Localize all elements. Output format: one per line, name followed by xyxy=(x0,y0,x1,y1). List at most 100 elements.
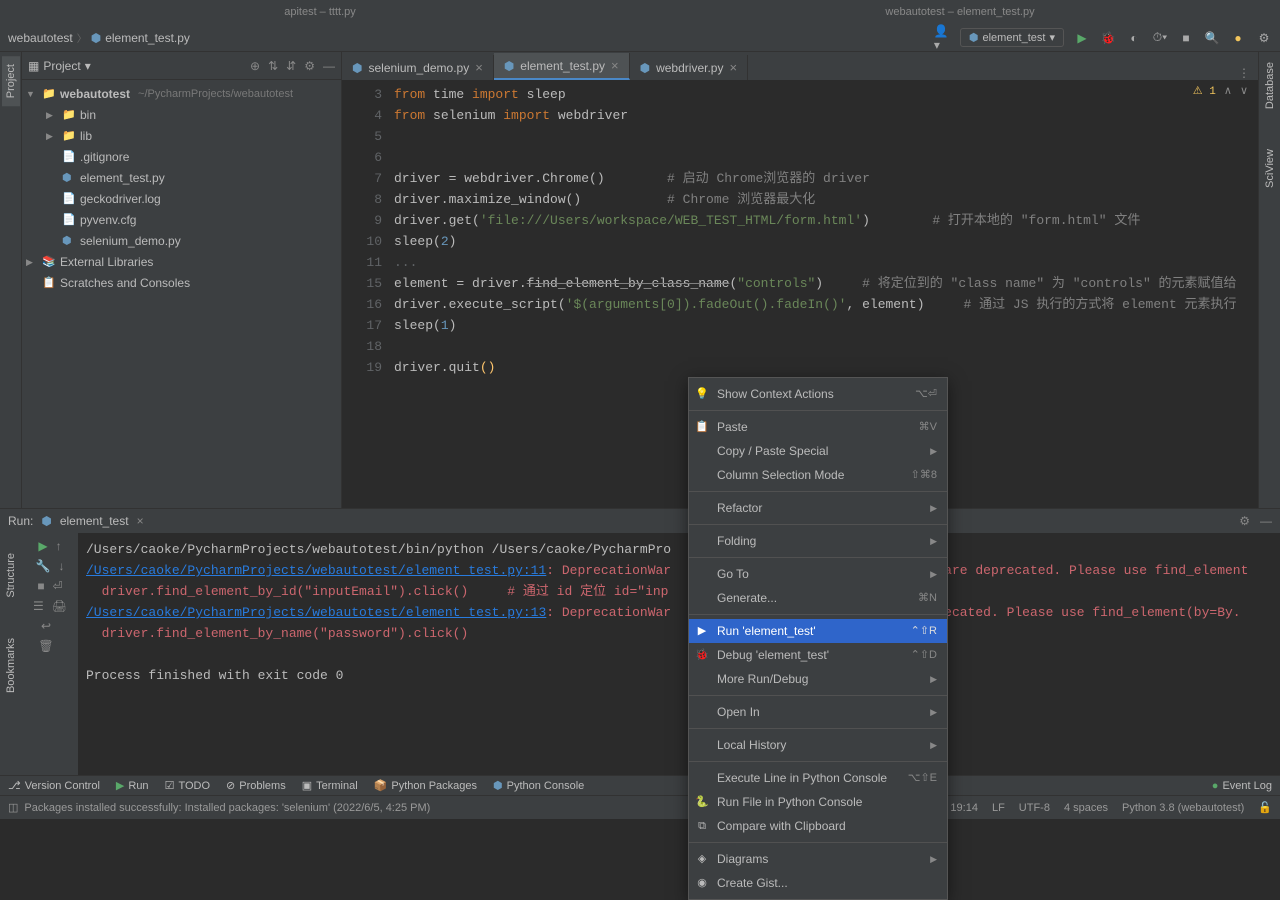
prev-highlight-icon[interactable]: ∧ xyxy=(1224,84,1232,98)
breadcrumb-project[interactable]: webautotest xyxy=(8,31,73,45)
database-tool-tab[interactable]: Database xyxy=(1264,62,1276,109)
problems-tool[interactable]: ⊘Problems xyxy=(226,779,286,792)
menu-item-local-history[interactable]: Local History▶ xyxy=(689,733,947,757)
run-toolbar: ▶ ↑ 🔧 ↓ ■ ⏎ ☰ 🖨 ↩ 🗑 xyxy=(22,533,78,775)
tree-file-element-test[interactable]: ⬢ element_test.py xyxy=(22,168,341,189)
event-log-tool[interactable]: ●Event Log xyxy=(1212,780,1272,792)
tab-element-test[interactable]: ⬢ element_test.py × xyxy=(494,53,630,80)
close-icon[interactable]: × xyxy=(611,58,619,73)
tree-file-pyvenv[interactable]: 📄 pyvenv.cfg xyxy=(22,210,341,231)
chevron-down-icon[interactable]: ▾ xyxy=(85,59,91,73)
structure-tool-tab[interactable]: Structure xyxy=(5,553,17,598)
delete-icon[interactable]: 🗑 xyxy=(38,639,53,653)
todo-tool[interactable]: ☑TODO xyxy=(165,779,210,792)
tree-file-geckodriver[interactable]: 📄 geckodriver.log xyxy=(22,189,341,210)
editor-context-menu[interactable]: 💡Show Context Actions⌥⏎ 📋Paste⌘VCopy / Pa… xyxy=(688,377,948,900)
up-icon[interactable]: ↑ xyxy=(56,539,62,553)
softwrap-icon[interactable]: ⏎ xyxy=(53,579,63,593)
menu-item-show-context-actions[interactable]: 💡Show Context Actions⌥⏎ xyxy=(689,382,947,406)
tab-selenium-demo[interactable]: ⬢ selenium_demo.py × xyxy=(342,55,494,80)
menu-item-column-selection-mode[interactable]: Column Selection Mode⇧⌘8 xyxy=(689,463,947,487)
tree-folder-lib[interactable]: ▶ 📁 lib xyxy=(22,126,341,147)
user-icon[interactable]: 👤▾ xyxy=(934,30,950,46)
menu-item-run-element-test[interactable]: ▶Run 'element_test'⌃⇧R xyxy=(689,619,947,643)
python-console-tool[interactable]: ⬢Python Console xyxy=(493,779,584,792)
settings-icon[interactable]: ⚙ xyxy=(1256,30,1272,46)
menu-item-open-in[interactable]: Open In▶ xyxy=(689,700,947,724)
menu-item-debug-element-test[interactable]: 🐞Debug 'element_test'⌃⇧D xyxy=(689,643,947,667)
window-icon[interactable]: ◫ xyxy=(8,801,18,814)
menu-item-paste[interactable]: 📋Paste⌘V xyxy=(689,415,947,439)
menu-item-create-gist[interactable]: ◉Create Gist... xyxy=(689,871,947,895)
select-opened-icon[interactable]: ⊕ xyxy=(250,59,260,73)
stop-icon[interactable]: ■ xyxy=(1178,30,1194,46)
down-icon[interactable]: ↓ xyxy=(58,559,64,573)
close-icon[interactable]: × xyxy=(729,60,737,75)
tab-options-icon[interactable]: ⋮ xyxy=(1230,66,1258,80)
collapse-all-icon[interactable]: ⇵ xyxy=(286,59,296,73)
menu-item-compare-with-clipboard[interactable]: ⧉Compare with Clipboard xyxy=(689,814,947,838)
python-packages-tool[interactable]: 📦Python Packages xyxy=(374,779,477,792)
run-tool[interactable]: ▶Run xyxy=(116,779,149,792)
tree-folder-bin[interactable]: ▶ 📁 bin xyxy=(22,105,341,126)
hide-icon[interactable]: — xyxy=(1260,514,1272,528)
tree-scratches[interactable]: 📋 Scratches and Consoles xyxy=(22,273,341,294)
return-icon[interactable]: ↩ xyxy=(41,619,51,633)
tree-file-gitignore[interactable]: 📄 .gitignore xyxy=(22,147,341,168)
tree-external-libs[interactable]: ▶ 📚 External Libraries xyxy=(22,252,341,273)
stop-icon[interactable]: ■ xyxy=(37,579,44,593)
rerun-icon[interactable]: ▶ xyxy=(38,539,47,553)
tree-file-selenium-demo[interactable]: ⬢ selenium_demo.py xyxy=(22,231,341,252)
next-highlight-icon[interactable]: ∨ xyxy=(1240,84,1248,98)
menu-item-run-file-in-python-console[interactable]: 🐍Run File in Python Console xyxy=(689,790,947,814)
coverage-icon[interactable]: ◐ xyxy=(1126,30,1142,46)
indent-info[interactable]: 4 spaces xyxy=(1064,802,1108,814)
menu-item-go-to[interactable]: Go To▶ xyxy=(689,562,947,586)
hide-icon[interactable]: — xyxy=(323,59,335,73)
debug-icon[interactable]: 🐞 xyxy=(1100,30,1116,46)
layout-icon[interactable]: ☰ xyxy=(33,599,44,613)
gear-icon[interactable]: ⚙ xyxy=(1239,514,1250,528)
terminal-tool[interactable]: ▣Terminal xyxy=(302,779,358,792)
run-icon[interactable]: ▶ xyxy=(1074,30,1090,46)
chevron-right-icon[interactable]: ▶ xyxy=(46,107,58,124)
bookmarks-tool-tab[interactable]: Bookmarks xyxy=(5,638,17,693)
project-tool-tab[interactable]: Project xyxy=(2,56,20,106)
profile-icon[interactable]: ⏱▾ xyxy=(1152,30,1168,46)
search-icon[interactable]: 🔍 xyxy=(1204,30,1220,46)
chevron-right-icon[interactable]: ▶ xyxy=(26,254,38,271)
close-icon[interactable]: × xyxy=(475,60,483,75)
warning-badge[interactable]: ⚠ 1 xyxy=(1193,84,1216,98)
tools-icon[interactable]: 🔧 xyxy=(36,559,51,573)
tab-webdriver[interactable]: ⬢ webdriver.py × xyxy=(630,55,748,80)
chevron-right-icon[interactable]: ▶ xyxy=(46,128,58,145)
expand-all-icon[interactable]: ⇅ xyxy=(268,59,278,73)
chevron-down-icon[interactable]: ▼ xyxy=(26,86,38,103)
run-output[interactable]: /Users/caoke/PycharmProjects/webautotest… xyxy=(78,533,1280,775)
interpreter-info[interactable]: Python 3.8 (webautotest) xyxy=(1122,802,1244,814)
sciview-tool-tab[interactable]: SciView xyxy=(1264,149,1276,188)
file-icon: 📄 xyxy=(62,212,76,229)
menu-item-more-run-debug[interactable]: More Run/Debug▶ xyxy=(689,667,947,691)
breadcrumb-file[interactable]: element_test.py xyxy=(105,31,190,45)
project-tree[interactable]: ▼ 📁 webautotest ~/PycharmProjects/webaut… xyxy=(22,80,341,298)
menu-item-diagrams[interactable]: ◈Diagrams▶ xyxy=(689,847,947,871)
breadcrumb[interactable]: webautotest 〉 ⬢ element_test.py xyxy=(8,30,190,45)
menu-item-folding[interactable]: Folding▶ xyxy=(689,529,947,553)
print-icon[interactable]: 🖨 xyxy=(52,599,67,613)
menu-item-copy-paste-special[interactable]: Copy / Paste Special▶ xyxy=(689,439,947,463)
close-tab-icon[interactable]: × xyxy=(137,514,144,528)
menu-item-execute-line-in-python-console[interactable]: Execute Line in Python Console⌥⇧E xyxy=(689,766,947,790)
menu-item-generate[interactable]: Generate...⌘N xyxy=(689,586,947,610)
menu-item-refactor[interactable]: Refactor▶ xyxy=(689,496,947,520)
ide-update-icon[interactable]: ● xyxy=(1230,30,1246,46)
version-control-tool[interactable]: ⎇Version Control xyxy=(8,779,100,792)
cursor-position[interactable]: 19:14 xyxy=(950,802,978,814)
line-gutter[interactable]: 345678910111516171819 xyxy=(342,80,394,508)
line-separator[interactable]: LF xyxy=(992,802,1005,814)
gear-icon[interactable]: ⚙ xyxy=(304,59,315,73)
tree-root[interactable]: ▼ 📁 webautotest ~/PycharmProjects/webaut… xyxy=(22,84,341,105)
file-encoding[interactable]: UTF-8 xyxy=(1019,802,1050,814)
lock-icon[interactable]: 🔓 xyxy=(1258,801,1272,814)
run-config-dropdown[interactable]: ⬢ element_test ▾ xyxy=(960,28,1064,47)
